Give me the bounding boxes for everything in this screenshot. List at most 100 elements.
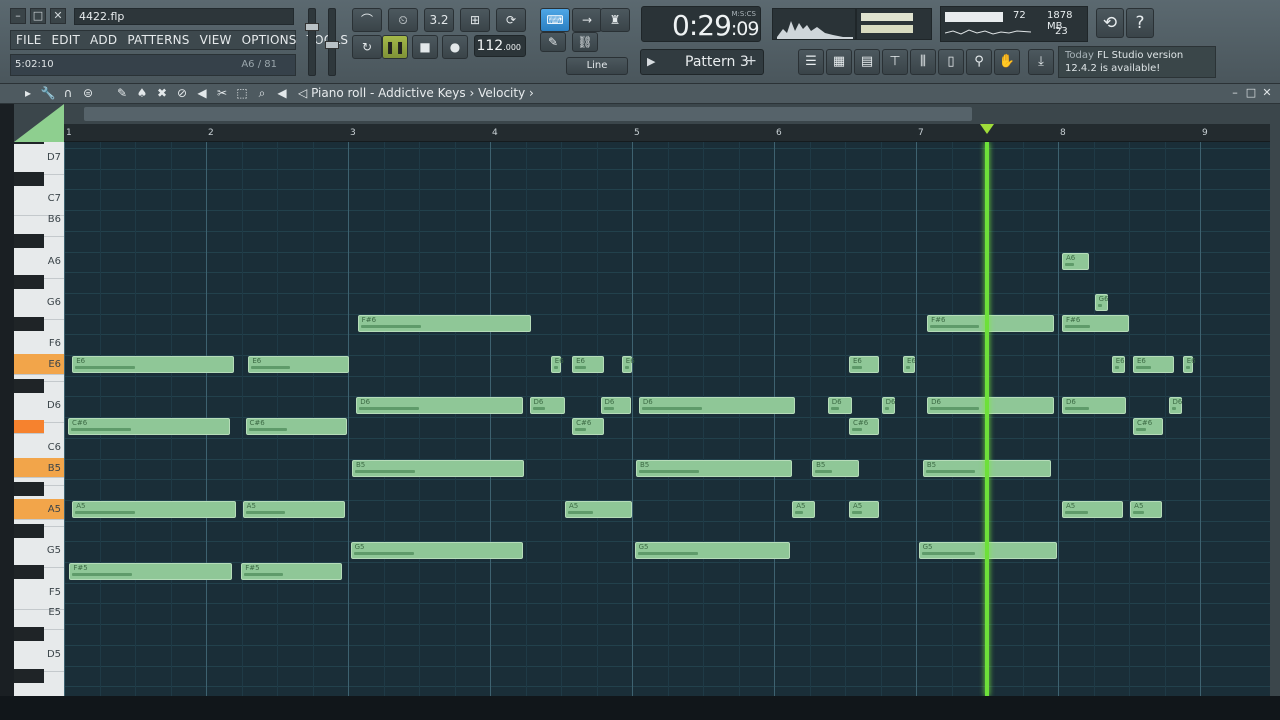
- note[interactable]: E6: [902, 356, 916, 373]
- note[interactable]: E6: [849, 356, 880, 373]
- note[interactable]: A5: [1130, 500, 1162, 518]
- arrow-right-icon[interactable]: →: [572, 8, 602, 32]
- stamp-icon[interactable]: ⊜: [80, 85, 96, 101]
- piano-keyboard[interactable]: D7 C7 B6 A6 G6 F6 E6 D6 C6 B5 A5 G5 F5 E5 D5: [14, 142, 64, 696]
- pr-maximize-icon[interactable]: □: [1244, 86, 1258, 100]
- pencil-tool-icon[interactable]: ✎: [114, 85, 130, 101]
- piano-key[interactable]: [14, 565, 44, 579]
- playhead-marker-icon[interactable]: [980, 124, 994, 134]
- download-icon[interactable]: ⤓: [1028, 49, 1054, 75]
- note[interactable]: B5: [352, 459, 525, 477]
- step-sequencer-icon[interactable]: ▦: [826, 49, 852, 75]
- master-pitch-slider[interactable]: [325, 8, 339, 76]
- note[interactable]: D6: [356, 397, 523, 415]
- piano-key[interactable]: [14, 482, 44, 497]
- maximize-icon[interactable]: □: [30, 8, 46, 24]
- playback-tool-icon[interactable]: ◀: [274, 85, 290, 101]
- note[interactable]: F#5: [69, 563, 232, 580]
- note[interactable]: A5: [72, 500, 236, 518]
- link-icon[interactable]: ⛓: [572, 32, 598, 52]
- add-pattern-icon[interactable]: +: [745, 53, 757, 69]
- channel-rack-icon[interactable]: ▯: [938, 49, 964, 75]
- note[interactable]: F#6: [357, 314, 532, 332]
- note[interactable]: C#6: [68, 418, 231, 436]
- note[interactable]: F#6: [927, 314, 1054, 332]
- note[interactable]: F#5: [241, 563, 343, 580]
- piano-key[interactable]: [14, 233, 44, 248]
- piano-key[interactable]: [14, 378, 44, 393]
- touch-controller-icon[interactable]: ✋: [994, 49, 1020, 75]
- note[interactable]: A5: [242, 500, 346, 518]
- note[interactable]: E6: [248, 356, 350, 373]
- menu-view[interactable]: VIEW: [195, 31, 237, 49]
- slip-tool-icon[interactable]: ◀: [194, 85, 210, 101]
- zoom-tool-icon[interactable]: ⌕: [254, 85, 270, 101]
- select-tool-icon[interactable]: ⬚: [234, 85, 250, 101]
- pencil-icon[interactable]: ✎: [540, 32, 566, 52]
- note[interactable]: C#6: [245, 418, 347, 436]
- note[interactable]: E6: [572, 356, 604, 373]
- plugin-picker-icon[interactable]: ⚲: [966, 49, 992, 75]
- countdown-button[interactable]: 3.2: [424, 8, 454, 32]
- tempo-display[interactable]: 112.000: [474, 35, 526, 57]
- note[interactable]: E6: [1111, 356, 1125, 373]
- song-mode-icon[interactable]: ↻: [352, 35, 382, 59]
- time-display[interactable]: M:S:CS 0:29:09: [641, 6, 761, 42]
- note[interactable]: D6: [600, 397, 631, 415]
- hat-icon[interactable]: ♜: [600, 8, 630, 32]
- news-panel[interactable]: Today FL Studio version 12.4.2 is availa…: [1058, 46, 1216, 78]
- note[interactable]: F#6: [1062, 314, 1129, 332]
- note[interactable]: D6: [638, 397, 796, 415]
- menu-file[interactable]: FILE: [11, 31, 47, 49]
- record-button[interactable]: ●: [442, 35, 468, 59]
- refresh-icon[interactable]: ⟲: [1096, 8, 1124, 38]
- note[interactable]: D6: [881, 397, 896, 415]
- piano-key[interactable]: [14, 668, 44, 683]
- close-icon[interactable]: ✕: [50, 8, 66, 24]
- mixer-icon[interactable]: ⫼: [910, 49, 936, 75]
- piano-key[interactable]: [14, 171, 44, 186]
- piano-key[interactable]: [14, 627, 44, 642]
- note[interactable]: E6: [621, 356, 635, 373]
- note[interactable]: D6: [1168, 397, 1182, 415]
- note[interactable]: C#6: [849, 418, 880, 436]
- step-edit-icon[interactable]: ⊞: [460, 8, 490, 32]
- loop-record-icon[interactable]: ⟳: [496, 8, 526, 32]
- breadcrumb-instrument[interactable]: Piano roll - Addictive Keys: [311, 86, 466, 100]
- note[interactable]: A5: [792, 500, 816, 518]
- note[interactable]: E6: [1133, 356, 1175, 373]
- note[interactable]: A6: [1062, 252, 1090, 270]
- stop-button[interactable]: ■: [412, 35, 438, 59]
- help-icon[interactable]: ?: [1126, 8, 1154, 38]
- note[interactable]: G6: [1094, 293, 1109, 311]
- pr-close-icon[interactable]: ✕: [1260, 86, 1274, 100]
- note[interactable]: C#6: [572, 418, 604, 436]
- note[interactable]: D6: [927, 397, 1054, 415]
- breadcrumb-target[interactable]: Velocity: [478, 86, 525, 100]
- metronome-icon[interactable]: ⌒: [352, 8, 382, 32]
- note[interactable]: D6: [1062, 397, 1127, 415]
- typing-keyboard-icon[interactable]: ⌨: [540, 8, 570, 32]
- slice-tool-icon[interactable]: ✂: [214, 85, 230, 101]
- master-volume-slider[interactable]: [305, 8, 319, 76]
- pattern-selector[interactable]: ▶ Pattern 3 +: [640, 49, 764, 75]
- zoom-corner[interactable]: [14, 104, 64, 142]
- piano-key[interactable]: [14, 275, 44, 290]
- note[interactable]: A5: [849, 500, 880, 518]
- pr-minimize-icon[interactable]: –: [1228, 86, 1242, 100]
- piano-roll-icon[interactable]: ▤: [854, 49, 880, 75]
- note-grid[interactable]: E6 E6 E6 E6 E6 E6 E6 E6 E6 E6 C#6 C#6 C#6 C#6 C#6 F#6 F#…: [64, 142, 1270, 696]
- note[interactable]: D6: [827, 397, 853, 415]
- piano-key[interactable]: [14, 682, 64, 696]
- note[interactable]: B5: [636, 459, 793, 477]
- vertical-scrollbar[interactable]: [1270, 124, 1280, 696]
- browser-icon[interactable]: ⊤: [882, 49, 908, 75]
- piano-key[interactable]: [14, 316, 44, 331]
- note[interactable]: A5: [565, 500, 632, 518]
- note[interactable]: D6: [529, 397, 566, 415]
- wait-input-icon[interactable]: ⏲: [388, 8, 418, 32]
- note[interactable]: C#6: [1133, 418, 1164, 436]
- wrench-icon[interactable]: 🔧: [40, 85, 56, 101]
- note[interactable]: G5: [350, 542, 523, 560]
- menu-patterns[interactable]: PATTERNS: [122, 31, 194, 49]
